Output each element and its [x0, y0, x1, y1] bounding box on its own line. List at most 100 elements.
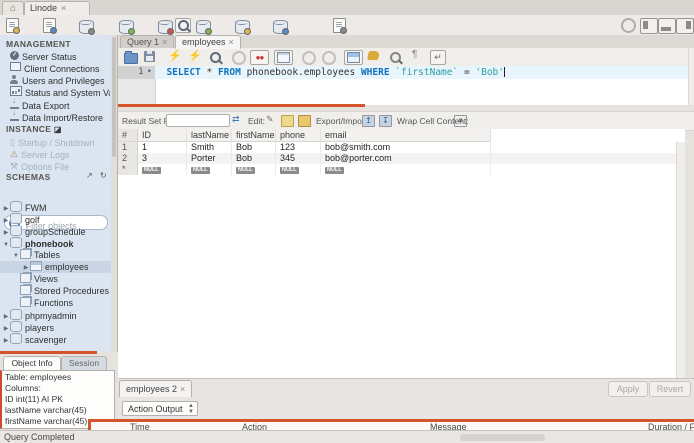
create-schema-icon[interactable]: [79, 20, 96, 35]
column-header-phone[interactable]: phone: [276, 129, 321, 142]
sql-code-line[interactable]: SELECT * FROM phonebook.employees WHERE …: [155, 66, 688, 79]
column-header-email[interactable]: email: [321, 129, 491, 142]
cell-phone[interactable]: 123: [276, 142, 321, 153]
export-data-icon[interactable]: ↥: [362, 115, 375, 127]
table-row-insert[interactable]: * NULL NULL NULL NULL NULL: [118, 164, 685, 175]
cell-id[interactable]: 3: [138, 153, 187, 164]
schema-scavenger[interactable]: ▶ scavenger: [2, 333, 112, 345]
cell-lastname[interactable]: Smith: [187, 142, 232, 153]
new-query-tab-icon[interactable]: [6, 18, 20, 34]
horizontal-scrollbar-thumb[interactable]: [460, 434, 545, 441]
dashboard-icon[interactable]: [621, 18, 636, 33]
wrap-cell-content-icon[interactable]: ¤: [454, 115, 467, 127]
cell-phone[interactable]: 345: [276, 153, 321, 164]
home-tab[interactable]: ⌂: [2, 1, 24, 16]
sidebar-item-startup-shutdown[interactable]: ▯ Startup / Shutdown: [10, 136, 110, 148]
cell-null[interactable]: NULL: [138, 164, 187, 175]
cell-null[interactable]: NULL: [276, 164, 321, 175]
rownum-cell[interactable]: 1: [118, 142, 138, 153]
close-icon[interactable]: ×: [229, 37, 234, 47]
editor-scrollbar[interactable]: [688, 48, 694, 105]
open-sql-script-icon[interactable]: [42, 18, 57, 34]
grid-scrollbar[interactable]: [676, 142, 685, 378]
cell-email[interactable]: bob@smith.com: [321, 142, 491, 153]
sidebar-item-options-file[interactable]: ⚒ Options File: [10, 160, 110, 172]
search-table-data-icon[interactable]: [175, 18, 191, 33]
schema-phonebook[interactable]: ▼ phonebook: [2, 237, 112, 249]
tab-employees-2[interactable]: employees 2 ×: [119, 380, 193, 398]
autocommit-toggle-icon[interactable]: [344, 50, 363, 65]
result-filter-input[interactable]: [166, 114, 230, 127]
execute-icon[interactable]: ⚡: [168, 50, 182, 63]
wrap-text-icon[interactable]: ↵: [430, 50, 446, 65]
toggle-right-panel-button[interactable]: [676, 18, 694, 34]
table-row[interactable]: 1 1 Smith Bob 123 bob@smith.com: [118, 142, 685, 153]
schema-fwm[interactable]: ▶ FWM: [2, 201, 112, 213]
tab-session[interactable]: Session: [61, 356, 107, 371]
column-header-rownum[interactable]: #: [118, 129, 138, 142]
close-icon[interactable]: ×: [162, 37, 167, 47]
create-view-icon[interactable]: [196, 20, 213, 35]
sidebar-scrollbar[interactable]: [111, 35, 117, 352]
sidebar-item-server-logs[interactable]: ⚠ Server Logs: [10, 148, 110, 160]
sidebar-item-data-import[interactable]: Data Import/Restore: [10, 110, 110, 122]
explain-icon[interactable]: [210, 52, 221, 66]
rownum-cell[interactable]: 2: [118, 153, 138, 164]
save-icon[interactable]: [144, 51, 155, 65]
sidebar-item-status-variables[interactable]: Status and System Variables: [10, 86, 110, 98]
refresh-icon[interactable]: ⇄: [232, 114, 240, 125]
connection-tab-linode[interactable]: Linode ×: [24, 1, 90, 16]
tree-table-employees[interactable]: ▶ employees: [0, 261, 117, 273]
close-icon[interactable]: ×: [61, 3, 66, 13]
column-header-firstname[interactable]: firstName: [232, 129, 276, 142]
invisible-chars-icon[interactable]: ¶: [412, 49, 417, 60]
create-function-icon[interactable]: [273, 20, 290, 35]
column-header-id[interactable]: ID: [138, 129, 187, 142]
sidebar-item-users-privileges[interactable]: Users and Privileges: [10, 74, 110, 86]
create-procedure-icon[interactable]: [234, 20, 251, 35]
cell-null[interactable]: NULL: [232, 164, 276, 175]
schema-groupschedule[interactable]: ▶ groupSchedule: [2, 225, 112, 237]
sql-editor[interactable]: 1 • SELECT * FROM phonebook.employees WHE…: [118, 66, 688, 105]
schema-golf[interactable]: ▶ golf: [2, 213, 112, 225]
tab-object-info[interactable]: Object Info: [3, 356, 61, 371]
add-row-icon[interactable]: [281, 115, 294, 127]
cell-firstname[interactable]: Bob: [232, 142, 276, 153]
delete-row-icon[interactable]: [298, 115, 311, 127]
execute-current-icon[interactable]: ⚡: [188, 50, 202, 63]
cell-null[interactable]: NULL: [321, 164, 491, 175]
schema-phpmyadmin[interactable]: ▶ phpmyadmin: [2, 309, 112, 321]
cell-firstname[interactable]: Bob: [232, 153, 276, 164]
cell-null[interactable]: NULL: [187, 164, 232, 175]
create-table-icon[interactable]: [157, 20, 174, 35]
tree-tables[interactable]: ▼ Tables: [12, 249, 122, 261]
edit-pencil-icon[interactable]: ✎: [266, 114, 274, 125]
toggle-bottom-panel-button[interactable]: [658, 18, 676, 34]
refresh-schemas-icon[interactable]: ↻: [100, 171, 107, 180]
cell-email[interactable]: bob@porter.com: [321, 153, 491, 164]
sidebar-item-data-export[interactable]: Data Export: [10, 98, 110, 110]
tab-query-1[interactable]: Query 1 ×: [120, 35, 175, 49]
column-header-lastname[interactable]: lastName: [187, 129, 232, 142]
find-icon[interactable]: [390, 52, 401, 66]
beautify-icon[interactable]: [367, 51, 380, 60]
sidebar-item-server-status[interactable]: Server Status: [10, 50, 110, 62]
limit-rows-icon[interactable]: [274, 50, 293, 65]
apply-button[interactable]: Apply: [608, 381, 648, 397]
tab-employees[interactable]: employees ×: [175, 35, 241, 49]
toggle-left-panel-button[interactable]: [640, 18, 658, 34]
close-icon[interactable]: ×: [180, 384, 185, 394]
reconnect-dbms-icon[interactable]: [333, 18, 348, 34]
rownum-cell[interactable]: *: [118, 164, 138, 175]
table-row[interactable]: 2 3 Porter Bob 345 bob@porter.com: [118, 153, 685, 164]
revert-button[interactable]: Revert: [649, 381, 691, 397]
expand-schemas-icon[interactable]: ↗: [86, 171, 93, 180]
cell-lastname[interactable]: Porter: [187, 153, 232, 164]
stop-on-error-toggle-icon[interactable]: ●●: [250, 50, 269, 65]
import-data-icon[interactable]: ↧: [379, 115, 392, 127]
action-output-select[interactable]: Action Output ▲ ▼: [122, 401, 198, 416]
drop-schema-icon[interactable]: [118, 20, 135, 35]
cell-id[interactable]: 1: [138, 142, 187, 153]
sidebar-item-client-connections[interactable]: Client Connections: [10, 62, 110, 74]
open-file-icon[interactable]: [124, 50, 138, 67]
